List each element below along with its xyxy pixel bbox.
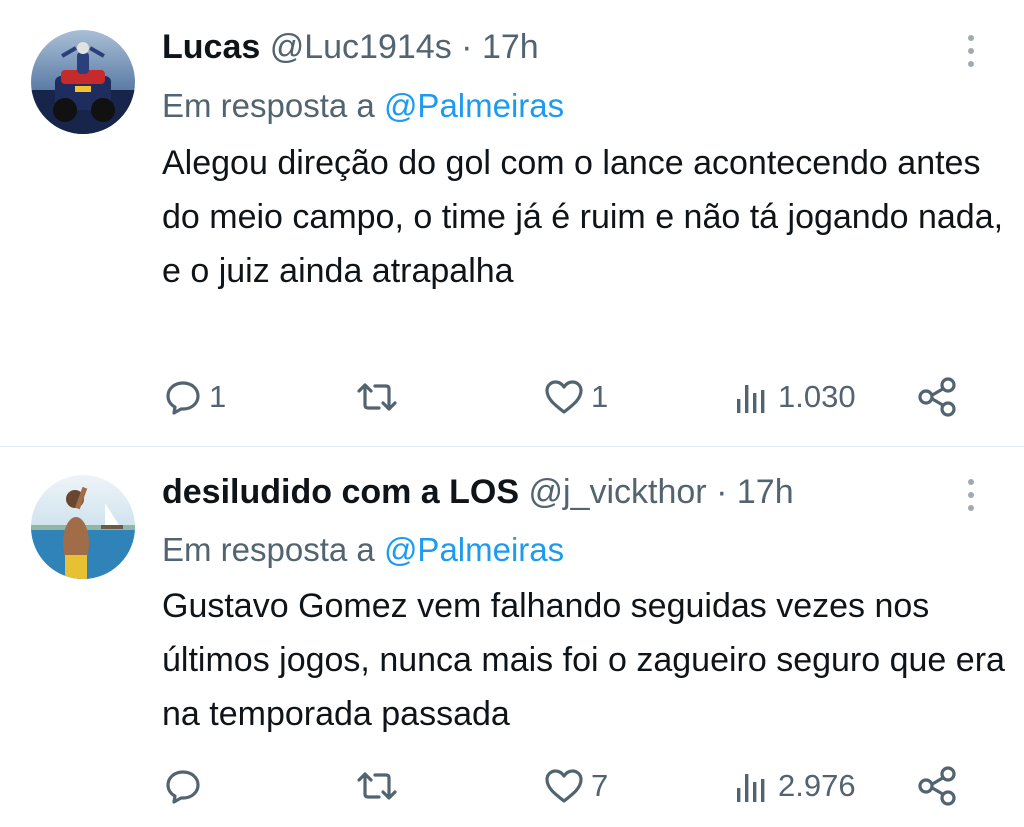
tweet-actions: 7 2.976 — [0, 761, 1024, 811]
tweet[interactable]: desiludido com a LOS @j_vickthor · 17h E… — [0, 447, 1024, 827]
timestamp[interactable]: 17h — [482, 28, 539, 66]
views-button[interactable]: 2.976 — [732, 761, 856, 811]
tweet-header: desiludido com a LOS @j_vickthor · 17h — [162, 472, 794, 512]
reply-mention-link[interactable]: @Palmeiras — [384, 87, 564, 124]
bar-chart-icon — [737, 385, 765, 413]
like-button[interactable]: 7 — [543, 761, 608, 811]
timestamp[interactable]: 17h — [737, 473, 794, 511]
share-nodes-icon — [918, 377, 956, 417]
tweet-header: Lucas @Luc1914s · 17h — [162, 27, 539, 67]
tweet-text: Gustavo Gomez vem falhando seguidas veze… — [162, 587, 1005, 733]
views-button[interactable]: 1.030 — [732, 372, 856, 422]
share-button[interactable] — [915, 372, 959, 422]
views-count: 1.030 — [778, 379, 856, 414]
tweet[interactable]: Lucas @Luc1914s · 17h Em resposta a @Pal… — [0, 0, 1024, 446]
display-name[interactable]: Lucas — [162, 28, 260, 66]
reply-context: Em resposta a @Palmeiras — [162, 86, 564, 126]
reply-prefix: Em resposta a — [162, 531, 375, 568]
reply-feed: Lucas @Luc1914s · 17h Em resposta a @Pal… — [0, 0, 1024, 827]
reply-count: 1 — [209, 379, 227, 414]
retweet-button[interactable] — [355, 761, 405, 811]
separator: · — [461, 28, 473, 66]
tweet-text: Alegou direção do gol com o lance aconte… — [162, 144, 1004, 290]
more-options-icon[interactable] — [958, 28, 984, 74]
retweet-arrows-icon — [357, 772, 397, 800]
like-count: 7 — [591, 768, 609, 803]
bar-chart-icon — [737, 774, 765, 802]
heart-icon — [545, 769, 583, 803]
retweet-button[interactable] — [355, 372, 405, 422]
more-options-icon[interactable] — [958, 472, 984, 518]
avatar[interactable] — [31, 30, 135, 134]
avatar[interactable] — [31, 475, 135, 579]
share-button[interactable] — [915, 761, 959, 811]
handle[interactable]: @Luc1914s — [270, 28, 452, 66]
heart-icon — [545, 380, 583, 414]
retweet-arrows-icon — [357, 383, 397, 411]
reply-button[interactable] — [163, 761, 209, 811]
speech-bubble-icon — [166, 770, 200, 804]
display-name[interactable]: desiludido com a LOS — [162, 473, 519, 511]
share-nodes-icon — [918, 766, 956, 806]
views-count: 2.976 — [778, 768, 856, 803]
handle[interactable]: @j_vickthor — [529, 473, 707, 511]
tweet-actions: 1 1 1.030 — [0, 372, 1024, 422]
reply-prefix: Em resposta a — [162, 87, 375, 124]
like-count: 1 — [591, 379, 609, 414]
reply-button[interactable]: 1 — [163, 372, 226, 422]
reply-mention-link[interactable]: @Palmeiras — [384, 531, 564, 568]
separator: · — [716, 473, 728, 511]
like-button[interactable]: 1 — [543, 372, 608, 422]
reply-context: Em resposta a @Palmeiras — [162, 530, 564, 570]
speech-bubble-icon — [166, 381, 200, 415]
